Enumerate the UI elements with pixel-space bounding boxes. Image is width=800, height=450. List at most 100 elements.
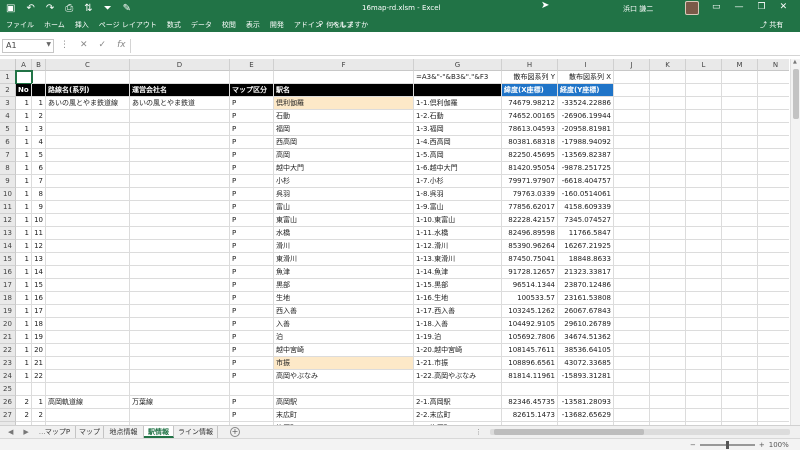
cell-j[interactable] <box>614 175 650 188</box>
cell-i[interactable]: -6618.404757 <box>558 175 614 188</box>
user-name[interactable]: 浜口 謙二 <box>623 4 653 14</box>
cell-j[interactable] <box>614 227 650 240</box>
cell-f[interactable] <box>274 71 414 84</box>
cell-e[interactable]: P <box>230 396 274 409</box>
cell-h[interactable]: 103245.1262 <box>502 305 558 318</box>
cell-l[interactable] <box>686 136 722 149</box>
cell-n[interactable] <box>758 318 789 331</box>
cell-d[interactable] <box>130 357 230 370</box>
cell-c[interactable] <box>46 344 130 357</box>
cell-f[interactable]: 市振 <box>274 357 414 370</box>
cell-b[interactable]: 17 <box>32 305 46 318</box>
cell-b[interactable]: 4 <box>32 136 46 149</box>
cell-m[interactable] <box>722 279 758 292</box>
cell-j[interactable] <box>614 253 650 266</box>
cell-b[interactable]: 1 <box>32 97 46 110</box>
cell-l[interactable] <box>686 331 722 344</box>
row-header[interactable]: 23 <box>0 357 16 370</box>
cell-m[interactable] <box>722 240 758 253</box>
cell-h[interactable]: 散布図系列 Y <box>502 71 558 84</box>
cell-i[interactable]: 16267.21925 <box>558 240 614 253</box>
cell-f[interactable]: 越中大門 <box>274 162 414 175</box>
cell-c[interactable] <box>46 188 130 201</box>
cell-i[interactable]: 経度(Y座標) <box>558 84 614 97</box>
cell-j[interactable] <box>614 409 650 422</box>
cell-m[interactable] <box>722 396 758 409</box>
cell-j[interactable] <box>614 214 650 227</box>
cell-i[interactable]: 23870.12486 <box>558 279 614 292</box>
cell-l[interactable] <box>686 188 722 201</box>
cell-m[interactable] <box>722 305 758 318</box>
row-header[interactable]: 9 <box>0 175 16 188</box>
cell-a[interactable]: 1 <box>16 149 32 162</box>
cell-b[interactable]: 11 <box>32 227 46 240</box>
cell-k[interactable] <box>650 188 686 201</box>
cell-e[interactable]: P <box>230 266 274 279</box>
cell-m[interactable] <box>722 214 758 227</box>
cell-k[interactable] <box>650 331 686 344</box>
cell-i[interactable]: 34674.51362 <box>558 331 614 344</box>
cell-g[interactable] <box>414 383 502 396</box>
column-header[interactable]: H <box>502 59 558 71</box>
cell-c[interactable] <box>46 370 130 383</box>
cell-m[interactable] <box>722 318 758 331</box>
cell-a[interactable]: 1 <box>16 175 32 188</box>
cell-n[interactable] <box>758 396 789 409</box>
zoom-in-icon[interactable]: + <box>759 441 765 449</box>
cell-n[interactable] <box>758 331 789 344</box>
cell-g[interactable]: 2-2.末広町 <box>414 409 502 422</box>
cell-c[interactable] <box>46 214 130 227</box>
filter-icon[interactable]: ⏷ <box>104 3 112 14</box>
cell-j[interactable] <box>614 305 650 318</box>
cell-h[interactable]: 79971.97907 <box>502 175 558 188</box>
cell-c[interactable] <box>46 123 130 136</box>
cancel-icon[interactable]: ✕ <box>80 40 88 50</box>
cell-f[interactable]: 水橋 <box>274 227 414 240</box>
cell-a[interactable]: 1 <box>16 331 32 344</box>
cell-f[interactable]: 西高岡 <box>274 136 414 149</box>
cell-k[interactable] <box>650 292 686 305</box>
cell-f[interactable]: 泊 <box>274 331 414 344</box>
scroll-up-icon[interactable]: ▲ <box>793 59 797 65</box>
cell-c[interactable] <box>46 331 130 344</box>
sheet-tab[interactable]: マップ <box>76 426 104 438</box>
cell-a[interactable] <box>16 383 32 396</box>
cell-k[interactable] <box>650 84 686 97</box>
column-header[interactable]: G <box>414 59 502 71</box>
row-header[interactable]: 18 <box>0 292 16 305</box>
cell-d[interactable] <box>130 279 230 292</box>
zoom-slider[interactable] <box>699 441 755 449</box>
column-header[interactable]: J <box>614 59 650 71</box>
cell-k[interactable] <box>650 396 686 409</box>
sheet-tab[interactable]: ライン情報 <box>174 426 218 438</box>
row-header[interactable]: 3 <box>0 97 16 110</box>
cell-j[interactable] <box>614 240 650 253</box>
cell-m[interactable] <box>722 97 758 110</box>
cell-e[interactable]: P <box>230 409 274 422</box>
cell-b[interactable] <box>32 71 46 84</box>
row-header[interactable]: 24 <box>0 370 16 383</box>
cell-a[interactable]: 1 <box>16 240 32 253</box>
cell-l[interactable] <box>686 305 722 318</box>
cell-c[interactable] <box>46 253 130 266</box>
cell-c[interactable] <box>46 318 130 331</box>
column-header[interactable]: A <box>16 59 32 71</box>
cell-k[interactable] <box>650 123 686 136</box>
column-header[interactable]: M <box>722 59 758 71</box>
row-header[interactable]: 4 <box>0 110 16 123</box>
sheet-more-icon[interactable]: ⋮ <box>475 428 482 436</box>
cell-b[interactable]: 9 <box>32 201 46 214</box>
cell-g[interactable] <box>414 84 502 97</box>
cell-g[interactable]: 1-6.越中大門 <box>414 162 502 175</box>
cell-d[interactable]: 万葉線 <box>130 396 230 409</box>
cell-d[interactable] <box>130 227 230 240</box>
cell-m[interactable] <box>722 71 758 84</box>
cell-l[interactable] <box>686 227 722 240</box>
ribbon-tab[interactable]: 表示 <box>246 20 260 30</box>
cell-n[interactable] <box>758 344 789 357</box>
cell-d[interactable] <box>130 110 230 123</box>
cell-j[interactable] <box>614 123 650 136</box>
cell-b[interactable]: 1 <box>32 396 46 409</box>
cell-e[interactable]: P <box>230 344 274 357</box>
column-header[interactable]: E <box>230 59 274 71</box>
